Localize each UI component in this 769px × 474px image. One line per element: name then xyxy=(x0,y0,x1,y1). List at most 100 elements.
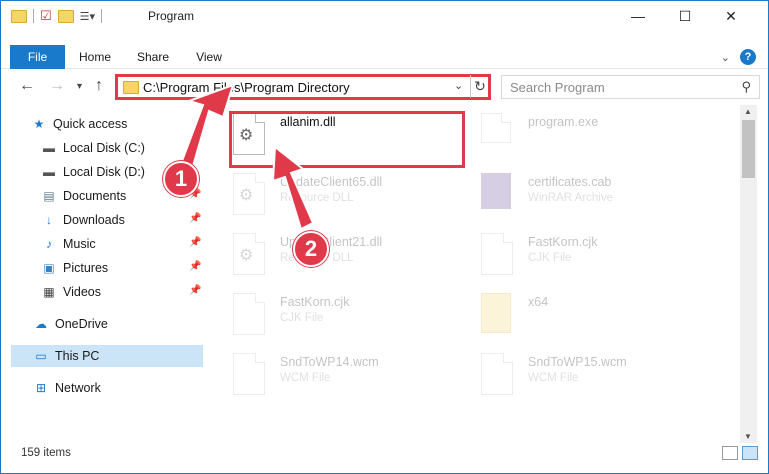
tab-view[interactable]: View xyxy=(184,45,234,69)
close-button[interactable]: ✕ xyxy=(708,1,754,31)
scroll-down-icon[interactable]: ▼ xyxy=(744,432,752,441)
file-item[interactable]: FastKorn.cjk CJK File xyxy=(215,289,445,343)
address-path[interactable]: C:\Program Files\Program Directory xyxy=(143,80,350,95)
pin-icon: 📌 xyxy=(189,285,202,296)
folder-icon xyxy=(11,9,27,23)
search-icon[interactable]: ⚲ xyxy=(741,79,751,95)
file-item[interactable]: FastKorn.cjk CJK File xyxy=(463,229,693,283)
sidebar-item-label: Documents xyxy=(63,189,127,203)
toolbar-divider xyxy=(33,9,34,23)
recent-locations-icon[interactable]: ▾ xyxy=(77,81,82,92)
view-toggle xyxy=(722,446,758,460)
sidebar-item-label: Quick access xyxy=(53,117,128,131)
sidebar-item-local-disk-c[interactable]: ▬ Local Disk (C:) xyxy=(41,137,203,159)
sidebar-item-music[interactable]: ♪ Music 📌 xyxy=(41,233,203,255)
step-1-badge: 1 xyxy=(163,161,199,197)
sidebar-item-network[interactable]: ⊞ Network xyxy=(33,377,203,399)
sidebar-item-videos[interactable]: ▦ Videos 📌 xyxy=(41,281,203,303)
sidebar-item-downloads[interactable]: ↓ Downloads 📌 xyxy=(41,209,203,231)
file-name: x64 xyxy=(528,295,549,309)
network-icon: ⊞ xyxy=(35,381,47,395)
file-item[interactable]: x64 xyxy=(463,289,693,343)
documents-icon: ▤ xyxy=(43,189,55,203)
address-folder-icon xyxy=(123,81,139,94)
navigation-bar: ← → ▾ ↑ C:\Program Files\Program Directo… xyxy=(1,71,768,103)
step-2-badge: 2 xyxy=(293,231,329,267)
tab-share[interactable]: Share xyxy=(127,45,179,69)
ribbon-right-controls: ⌄ ? xyxy=(721,49,756,65)
scrollbar-thumb[interactable] xyxy=(742,120,755,178)
forward-arrow-icon[interactable]: → xyxy=(49,77,65,95)
properties-icon[interactable]: ☑ xyxy=(40,8,52,24)
music-icon: ♪ xyxy=(46,237,52,251)
selected-file-highlight xyxy=(229,111,465,168)
file-name: SndToWP14.wcm xyxy=(280,355,379,369)
sidebar-item-label: Local Disk (D:) xyxy=(63,165,145,179)
pictures-icon: ▣ xyxy=(43,261,55,275)
sidebar-item-label: Local Disk (C:) xyxy=(63,141,145,155)
file-item[interactable]: ⚙ UpdateClient65.dll Resource DLL xyxy=(215,169,445,223)
sidebar-item-this-pc[interactable]: ▭ This PC xyxy=(11,345,203,367)
sidebar-item-label: Music xyxy=(63,237,96,251)
ribbon-tabs: File Home Share View ⌄ ? xyxy=(1,45,768,69)
file-name: program.exe xyxy=(528,115,599,129)
sidebar-item-label: Pictures xyxy=(63,261,109,275)
drive-icon: ▬ xyxy=(43,141,55,155)
back-arrow-icon[interactable]: ← xyxy=(19,77,35,95)
address-dropdown-icon[interactable]: ⌄ xyxy=(454,79,463,92)
file-explorer-window: ☑ ☰▾ Program — ☐ ✕ File Home Share View … xyxy=(0,0,769,474)
file-name: FastKorn.cjk xyxy=(528,235,598,249)
file-icon xyxy=(233,293,269,337)
sidebar-item-onedrive[interactable]: ☁ OneDrive xyxy=(33,313,203,335)
dll-file-icon: ⚙ xyxy=(233,233,269,277)
file-item[interactable]: ⚙ UpdateClient21.dll Resource DLL xyxy=(215,229,445,283)
vertical-scrollbar[interactable]: ▲ ▼ xyxy=(740,105,757,443)
address-bar[interactable]: C:\Program Files\Program Directory ⌄ ↻ xyxy=(115,74,491,100)
onedrive-icon: ☁ xyxy=(35,317,47,331)
archive-icon xyxy=(481,173,511,209)
expand-ribbon-icon[interactable]: ⌄ xyxy=(721,51,730,64)
title-divider xyxy=(101,9,103,23)
file-name: UpdateClient65.dll xyxy=(280,175,383,189)
sidebar-item-quick-access[interactable]: ★ Quick access xyxy=(31,113,203,135)
file-name: certificates.cab xyxy=(528,175,612,189)
sidebar-item-pictures[interactable]: ▣ Pictures 📌 xyxy=(41,257,203,279)
sidebar-item-label: OneDrive xyxy=(55,317,108,331)
file-icon xyxy=(481,233,517,277)
file-item[interactable]: SndToWP15.wcm WCM File xyxy=(463,349,693,403)
file-type: WCM File xyxy=(528,372,579,384)
status-bar: 159 items xyxy=(1,443,768,473)
videos-icon: ▦ xyxy=(43,285,55,299)
downloads-icon: ↓ xyxy=(46,213,52,227)
file-type: CJK File xyxy=(528,252,572,264)
file-type: WinRAR Archive xyxy=(528,192,613,204)
minimize-button[interactable]: — xyxy=(615,1,661,31)
maximize-button[interactable]: ☐ xyxy=(662,1,708,31)
details-view-icon[interactable] xyxy=(722,446,738,460)
drive-icon: ▬ xyxy=(43,165,55,179)
search-box[interactable]: ⚲ xyxy=(501,75,760,99)
up-arrow-icon[interactable]: ↑ xyxy=(95,77,103,95)
search-input[interactable] xyxy=(510,79,725,95)
customize-toolbar-icon[interactable]: ☰▾ xyxy=(80,10,95,23)
navigation-pane: ★ Quick access ▬ Local Disk (C:) ▬ Local… xyxy=(1,111,206,439)
pc-icon: ▭ xyxy=(35,349,47,363)
sidebar-item-label: Downloads xyxy=(63,213,125,227)
sidebar-item-label: This PC xyxy=(55,349,100,363)
pin-icon: 📌 xyxy=(189,237,202,248)
file-icon xyxy=(233,353,269,397)
file-item[interactable]: certificates.cab WinRAR Archive xyxy=(463,169,693,223)
new-folder-icon[interactable] xyxy=(57,9,74,23)
pin-icon: 📌 xyxy=(189,261,202,272)
help-icon[interactable]: ? xyxy=(740,49,756,65)
sidebar-item-label: Videos xyxy=(63,285,101,299)
tab-home[interactable]: Home xyxy=(67,45,123,69)
tab-file[interactable]: File xyxy=(10,45,65,69)
tiles-view-icon[interactable] xyxy=(742,446,758,460)
refresh-icon[interactable]: ↻ xyxy=(470,75,489,98)
scroll-up-icon[interactable]: ▲ xyxy=(744,107,752,116)
file-item[interactable]: program.exe xyxy=(463,109,693,163)
file-item[interactable]: SndToWP14.wcm WCM File xyxy=(215,349,445,403)
file-type: Resource DLL xyxy=(280,192,354,204)
exe-file-icon xyxy=(481,113,517,157)
